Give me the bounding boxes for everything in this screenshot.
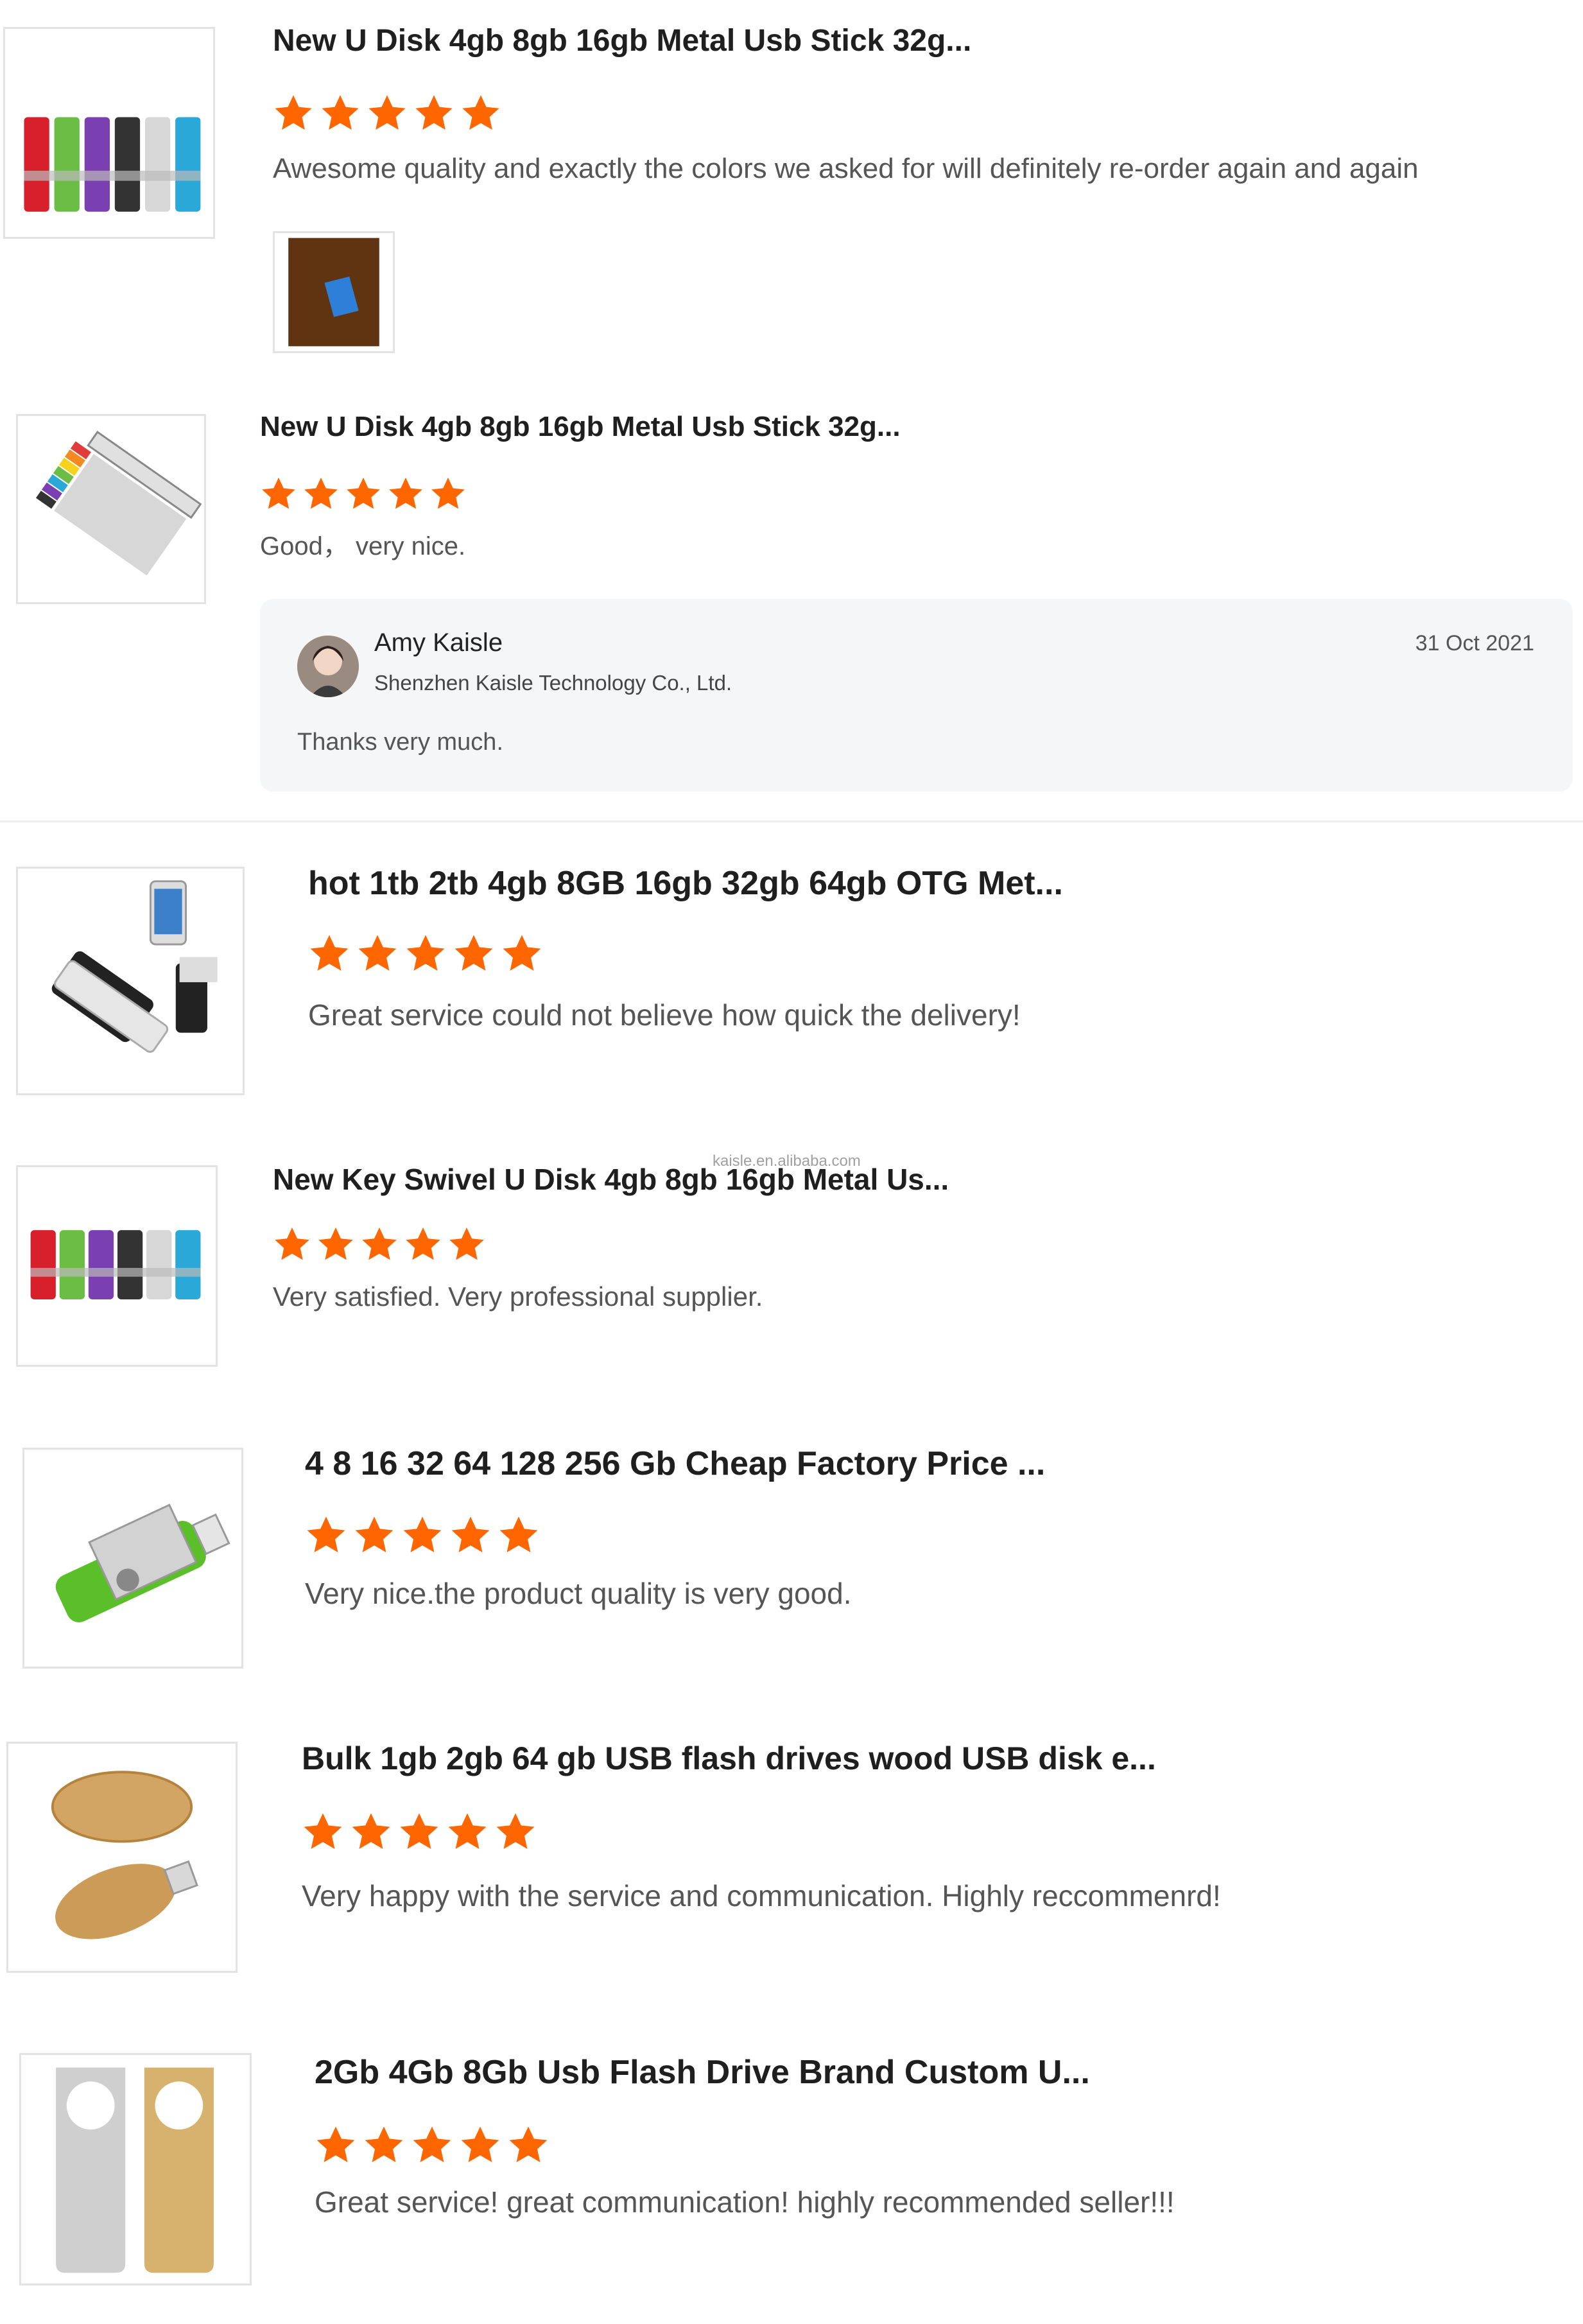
star-icon: [406, 935, 445, 971]
star-icon: [496, 1813, 535, 1849]
star-icon: [461, 2126, 499, 2162]
star-icon: [362, 1227, 397, 1260]
reply-author-name: Amy Kaisle: [374, 629, 503, 657]
product-thumbnail[interactable]: [22, 1448, 243, 1669]
star-icon: [365, 2126, 403, 2162]
star-icon: [449, 1227, 484, 1260]
star-rating: [273, 1225, 491, 1263]
product-title[interactable]: hot 1tb 2tb 4gb 8GB 16gb 32gb 64gb OTG M…: [308, 864, 1063, 903]
colorful-swivel-usb-sticks: [24, 117, 201, 212]
product-title[interactable]: Bulk 1gb 2gb 64 gb USB flash drives wood…: [302, 1740, 1156, 1777]
colorful-swivel-usb-sticks: [30, 1230, 201, 1299]
star-icon: [355, 1516, 394, 1552]
product-thumbnail[interactable]: [3, 27, 215, 239]
avatar: [297, 636, 359, 697]
review-text: Very satisfied. Very professional suppli…: [273, 1281, 763, 1312]
fanned-usb-sticks: [35, 430, 202, 576]
product-thumbnail[interactable]: [16, 1165, 218, 1367]
review-text: Awesome quality and exactly the colors w…: [273, 153, 1419, 184]
star-icon: [318, 1227, 353, 1260]
star-icon: [389, 477, 422, 509]
star-icon: [499, 1516, 538, 1552]
star-rating: [302, 1810, 542, 1853]
star-icon: [431, 477, 465, 509]
star-icon: [451, 1516, 490, 1552]
section-divider: [0, 820, 1583, 822]
reply-date: 31 Oct 2021: [1415, 631, 1534, 655]
star-icon: [275, 95, 312, 130]
product-title[interactable]: 4 8 16 32 64 128 256 Gb Cheap Factory Pr…: [305, 1444, 1045, 1483]
star-icon: [304, 477, 338, 509]
star-icon: [368, 95, 406, 130]
review-text: Very happy with the service and communic…: [302, 1879, 1221, 1912]
wooden-usb-drives: [51, 1771, 198, 1939]
star-rating: [260, 475, 472, 512]
star-icon: [304, 1813, 342, 1849]
product-thumbnail[interactable]: [16, 414, 206, 604]
star-icon: [413, 2126, 451, 2162]
reply-author-company: Shenzhen Kaisle Technology Co., Ltd.: [374, 671, 732, 695]
star-icon: [352, 1813, 390, 1849]
product-title[interactable]: New U Disk 4gb 8gb 16gb Metal Usb Stick …: [273, 23, 971, 58]
product-title[interactable]: 2Gb 4Gb 8Gb Usb Flash Drive Brand Custom…: [315, 2053, 1090, 2092]
star-rating: [315, 2124, 555, 2166]
review-photo[interactable]: [273, 231, 395, 353]
otg-usb-with-phone: [51, 880, 218, 1053]
star-icon: [462, 95, 499, 130]
star-icon: [262, 477, 295, 509]
star-icon: [448, 1813, 487, 1849]
product-thumbnail[interactable]: [16, 867, 245, 1095]
review-text: Great service could not believe how quic…: [308, 998, 1021, 1032]
star-icon: [454, 935, 493, 971]
review-text: Great service! great communication! high…: [315, 2185, 1175, 2219]
product-thumbnail[interactable]: [6, 1742, 238, 1973]
product-title[interactable]: New U Disk 4gb 8gb 16gb Metal Usb Stick …: [260, 411, 901, 443]
star-icon: [403, 1516, 442, 1552]
product-title[interactable]: New Key Swivel U Disk 4gb 8gb 16gb Metal…: [273, 1162, 949, 1197]
review-text: Very nice.the product quality is very go…: [305, 1577, 852, 1610]
star-icon: [503, 935, 541, 971]
star-icon: [415, 95, 453, 130]
product-thumbnail[interactable]: [19, 2053, 252, 2285]
star-rating: [305, 1514, 546, 1556]
metal-keyring-usb-drives: [56, 2067, 214, 2273]
star-icon: [307, 1516, 345, 1552]
star-icon: [406, 1227, 440, 1260]
seller-reply: Amy Kaisle Shenzhen Kaisle Technology Co…: [260, 599, 1573, 792]
star-rating: [308, 932, 549, 975]
star-icon: [509, 2126, 548, 2162]
star-icon: [400, 1813, 438, 1849]
star-icon: [316, 2126, 355, 2162]
star-icon: [275, 1227, 309, 1260]
review-text: Good， very nice.: [260, 532, 466, 560]
star-icon: [358, 935, 397, 971]
star-icon: [322, 95, 359, 130]
green-otg-usb: [55, 1504, 230, 1622]
customer-photo: [288, 238, 379, 347]
star-icon: [347, 477, 380, 509]
star-rating: [273, 92, 507, 134]
reply-text: Thanks very much.: [297, 729, 503, 756]
star-icon: [310, 935, 349, 971]
